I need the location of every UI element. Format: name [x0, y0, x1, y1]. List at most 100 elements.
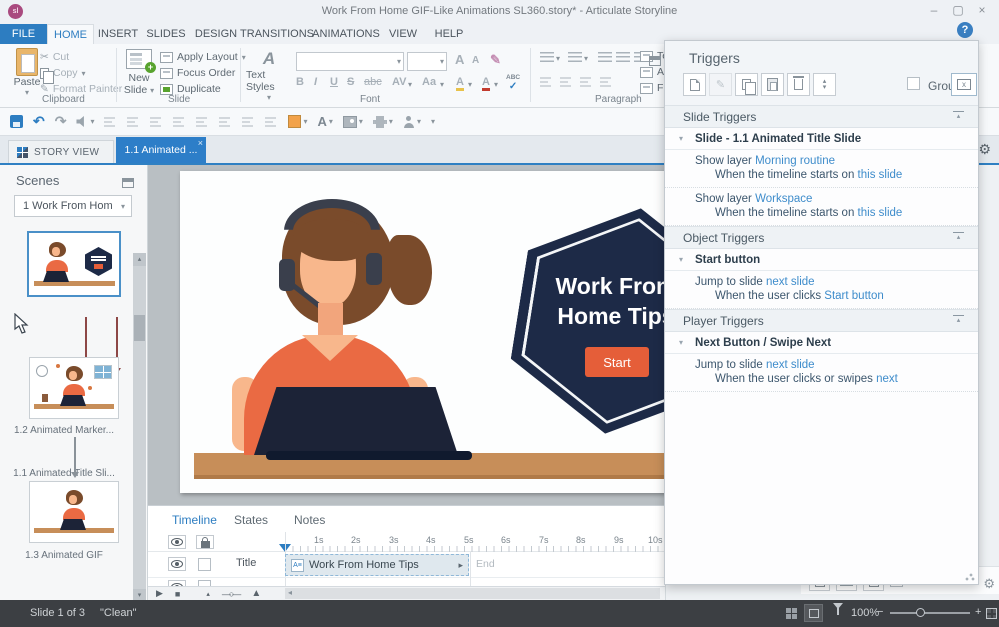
align-center-button[interactable] [560, 76, 573, 87]
play-button[interactable]: ▶ [156, 588, 163, 599]
zoom-slider-knob[interactable] [916, 608, 925, 617]
reorder-trigger-button[interactable]: ▴ ▾ [813, 73, 836, 96]
highlight-color-button[interactable]: A [456, 76, 464, 91]
tab-slide-1-1[interactable]: 1.1 Animated ... × [116, 137, 206, 163]
redo-button[interactable]: ↷ [55, 113, 67, 130]
dock-panel-icon[interactable] [649, 56, 661, 66]
text-styles-button[interactable]: A Text Styles ▾ [246, 49, 292, 102]
bullets-button[interactable] [540, 52, 554, 63]
layers-gear-icon[interactable]: ⚙ [983, 576, 995, 592]
trigger-action-link[interactable]: next slide [766, 359, 815, 371]
cut-button[interactable]: ✂ Cut [40, 50, 69, 64]
help-icon[interactable]: ? [957, 22, 973, 38]
distribute-horizontal-button[interactable] [242, 116, 255, 127]
edit-trigger-button[interactable]: ✎ [709, 73, 732, 96]
trigger-condition-link[interactable]: Start button [824, 290, 883, 302]
slide-thumbnail-1-2[interactable] [29, 357, 119, 419]
align-center-quick-button[interactable] [127, 116, 140, 127]
trigger-action-link[interactable]: Morning routine [755, 155, 835, 167]
align-middle-button[interactable] [196, 116, 209, 127]
focus-order-button[interactable]: Focus Order [160, 66, 235, 80]
zoom-in-timeline-icon[interactable]: ▲ [251, 588, 261, 599]
save-button[interactable] [10, 115, 23, 128]
trigger-action-link[interactable]: Workspace [755, 193, 812, 205]
trigger-group-row[interactable]: ▾ Slide - 1.1 Animated Title Slide [665, 128, 978, 150]
timeline-scrollbar[interactable]: ◂ [285, 588, 660, 599]
tab-notes[interactable]: Notes [294, 513, 325, 527]
new-trigger-button[interactable] [683, 73, 706, 96]
insert-video-button[interactable]: ▾ [373, 116, 393, 128]
delete-trigger-button[interactable] [787, 73, 810, 96]
close-button[interactable]: × [971, 3, 993, 17]
align-left-button[interactable] [540, 76, 553, 87]
scene-selector-dropdown[interactable]: 1 Work From Hom ▾ [14, 195, 132, 217]
copy-trigger-button[interactable] [735, 73, 758, 96]
zoom-out-timeline-icon[interactable]: ▴ [206, 590, 210, 598]
manage-variables-button[interactable]: x [951, 73, 977, 96]
trigger-condition-link[interactable]: next [876, 373, 898, 385]
customize-toolbar-button[interactable]: ▾ [431, 117, 435, 126]
row-visibility-button[interactable] [168, 557, 186, 571]
caret-down-icon[interactable]: ▾ [679, 134, 683, 143]
font-color-quick-button[interactable]: A▾ [318, 114, 333, 129]
close-tab-icon[interactable]: × [198, 138, 203, 148]
section-header-object-triggers[interactable]: Object Triggers ▴ [665, 226, 978, 249]
tab-slides[interactable]: SLIDES [142, 24, 190, 44]
font-size-combo[interactable]: ▾ [407, 52, 447, 71]
maximize-button[interactable]: ▢ [947, 3, 969, 17]
numbering-button[interactable] [568, 52, 582, 63]
collapse-section-icon[interactable]: ▴ [953, 111, 964, 121]
tab-view[interactable]: VIEW [380, 24, 426, 44]
audio-button[interactable]: ▾ [76, 116, 94, 127]
undo-button[interactable]: ↶ [33, 113, 45, 130]
tab-story-view[interactable]: STORY VIEW [8, 140, 114, 163]
row-lock-checkbox[interactable] [198, 558, 211, 571]
timeline-row-title[interactable]: Title A≡ Work From Home Tips ▸ End [148, 552, 665, 578]
underline-button[interactable]: U [330, 76, 338, 88]
dock-panel-icon[interactable] [122, 178, 134, 188]
tab-file[interactable]: FILE [0, 24, 47, 44]
clear-formatting-button[interactable]: ✎ [490, 52, 501, 68]
tab-help[interactable]: HELP [426, 24, 472, 44]
group-checkbox[interactable] [907, 77, 920, 90]
start-button[interactable]: Start [585, 347, 649, 377]
zoom-out-button[interactable]: − [877, 606, 883, 618]
justify-button[interactable] [600, 76, 613, 87]
tab-states[interactable]: States [234, 513, 268, 527]
trigger-item[interactable]: Jump to slide next slide When the user c… [665, 354, 978, 392]
character-spacing-button[interactable]: AV [392, 76, 406, 88]
tab-timeline[interactable]: Timeline [172, 513, 217, 527]
section-header-slide-triggers[interactable]: Slide Triggers ▴ [665, 105, 978, 128]
align-left-quick-button[interactable] [104, 116, 117, 127]
timeline-zoom-slider[interactable]: —○— [222, 589, 239, 599]
scrollbar-thumb[interactable] [134, 315, 145, 341]
grow-font-button[interactable]: A [455, 52, 464, 67]
scroll-up-icon[interactable]: ▴ [133, 253, 146, 266]
tab-design[interactable]: DESIGN [190, 24, 242, 44]
bold-button[interactable]: B [296, 76, 304, 88]
fit-to-window-icon[interactable] [986, 608, 997, 619]
trigger-item[interactable]: Jump to slide next slide When the user c… [665, 271, 978, 309]
tab-animations[interactable]: ANIMATIONS [312, 24, 380, 44]
insert-character-button[interactable]: ▾ [403, 116, 421, 128]
align-right-button[interactable] [580, 76, 593, 87]
distribute-vertical-button[interactable] [265, 116, 278, 127]
caret-down-icon[interactable]: ▾ [679, 255, 683, 264]
trigger-group-row[interactable]: ▾ Start button [665, 249, 978, 271]
story-view-status-icon[interactable] [786, 608, 797, 619]
align-top-button[interactable] [173, 116, 186, 127]
font-color-button[interactable]: A [482, 76, 490, 91]
tab-transitions[interactable]: TRANSITIONS [242, 24, 312, 44]
scenes-scrollbar[interactable]: ▴ ▾ [133, 253, 146, 602]
italic-button[interactable]: I [314, 76, 317, 88]
slide-thumbnail-1-1[interactable] [27, 231, 121, 297]
change-case-button[interactable]: Aa [422, 76, 436, 88]
shrink-font-button[interactable]: A [472, 55, 479, 66]
trigger-group-row[interactable]: ▾ Next Button / Swipe Next [665, 332, 978, 354]
scroll-left-icon[interactable]: ◂ [288, 588, 292, 597]
align-right-quick-button[interactable] [150, 116, 163, 127]
show-all-button[interactable] [168, 535, 186, 549]
timeline-object-bar[interactable]: A≡ Work From Home Tips ▸ [285, 554, 469, 576]
slide-thumbnail-1-3[interactable] [29, 481, 119, 543]
panel-resize-grip[interactable] [965, 571, 975, 581]
